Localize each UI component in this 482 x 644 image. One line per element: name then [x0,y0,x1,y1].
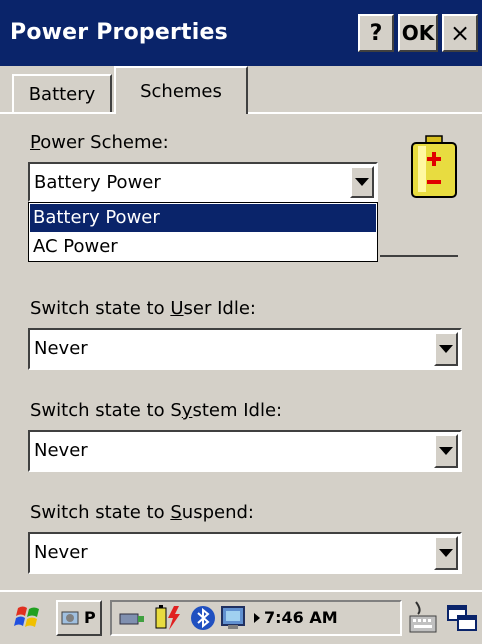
window-title: Power Properties [10,20,228,45]
user-idle-value: Never [34,338,88,359]
power-scheme-dropdown: Battery Power AC Power [28,202,378,262]
title-bar: Power Properties ? OK × [0,0,482,66]
battery-icon[interactable] [150,604,184,632]
network-icon[interactable] [118,606,146,630]
ok-button[interactable]: OK [398,14,438,52]
power-scheme-value: Battery Power [34,172,161,193]
system-idle-select[interactable]: Never [28,430,462,472]
option-battery-power[interactable]: Battery Power [30,204,376,232]
task-button[interactable]: P [56,600,102,636]
start-flag-icon[interactable] [14,602,42,632]
user-idle-select[interactable]: Never [28,328,462,370]
task-power-icon [61,611,79,625]
clock[interactable]: 7:46 AM [264,608,338,627]
chevron-down-icon[interactable] [434,332,458,366]
task-label: P [84,608,96,627]
help-button[interactable]: ? [358,14,394,52]
chevron-down-icon[interactable] [350,166,374,198]
suspend-label: Switch state to Suspend: [30,502,254,523]
power-scheme-select[interactable]: Battery Power [28,162,378,202]
chevron-down-icon[interactable] [434,434,458,468]
power-scheme-label: Power Scheme: [30,132,169,153]
divider [380,255,458,257]
chevron-down-icon[interactable] [434,536,458,570]
user-idle-label: Switch state to User Idle: [30,298,256,319]
bluetooth-icon[interactable] [190,605,216,631]
taskbar: P 7:46 AM [0,590,482,644]
tray-arrow-icon[interactable] [252,611,262,625]
suspend-select[interactable]: Never [28,532,462,574]
system-tray [110,600,402,636]
tab-schemes[interactable]: Schemes [114,66,248,114]
battery-illustration-icon [411,135,457,198]
system-idle-label: Switch state to System Idle: [30,400,283,421]
keyboard-icon[interactable] [408,600,438,636]
tab-battery[interactable]: Battery [12,74,112,112]
system-idle-value: Never [34,440,88,461]
option-ac-power[interactable]: AC Power [30,233,376,261]
suspend-value: Never [34,542,88,563]
monitor-icon[interactable] [220,605,248,631]
close-button[interactable]: × [442,14,478,52]
windows-icon[interactable] [446,602,478,634]
